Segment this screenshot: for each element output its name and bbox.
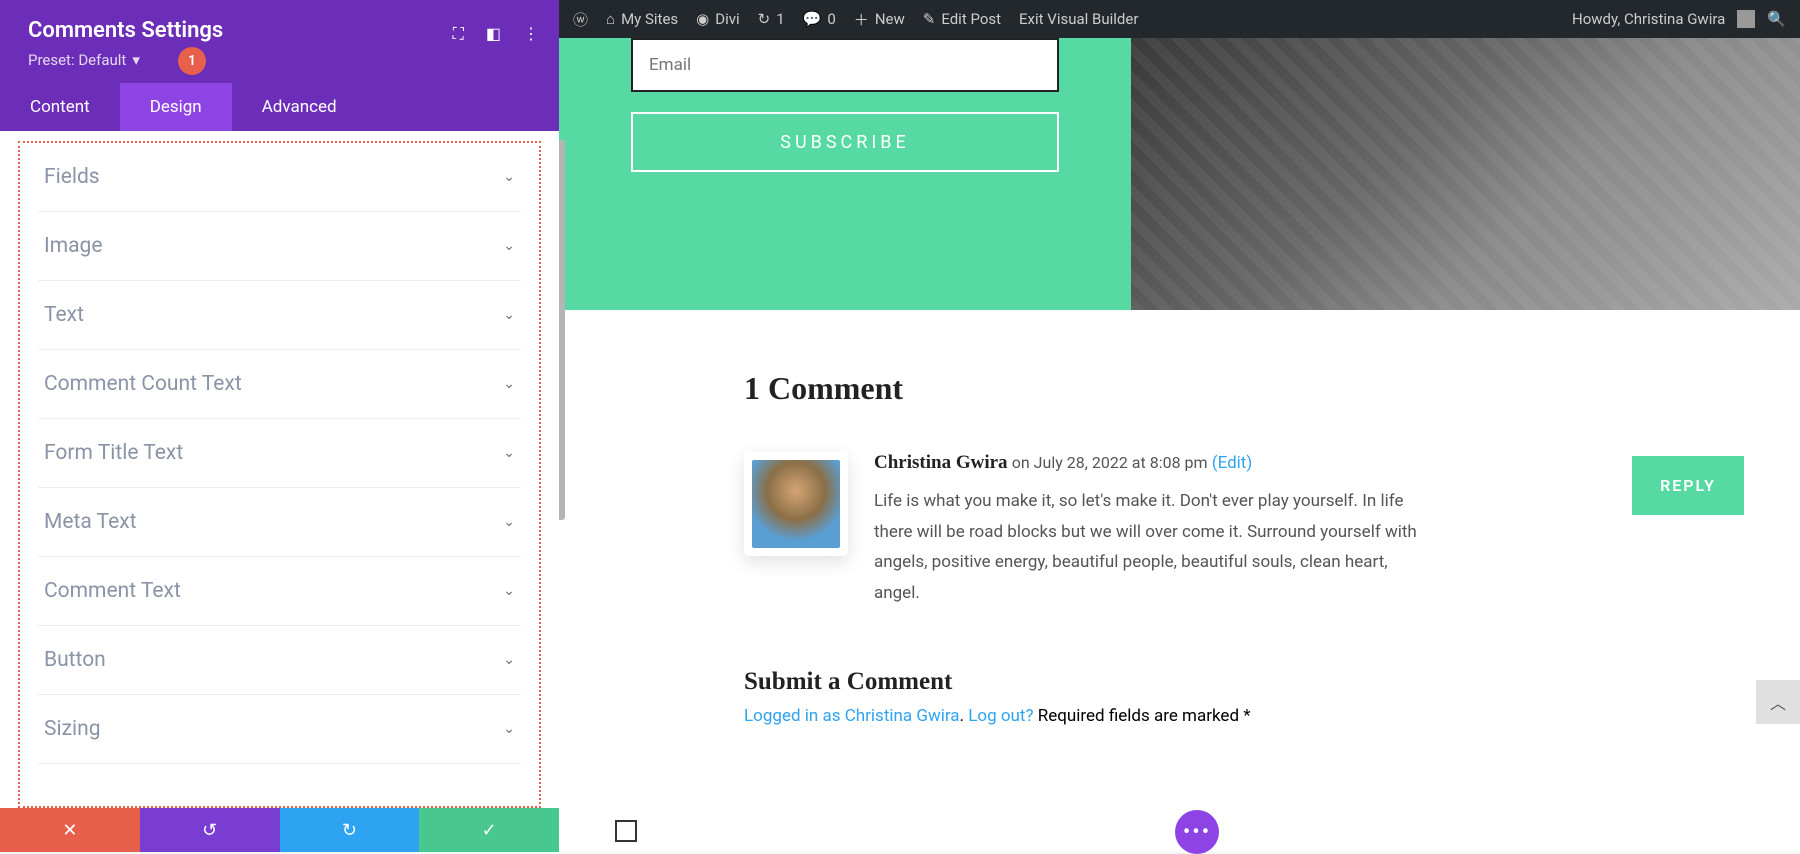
sites-icon: ⌂ [606, 10, 615, 28]
comments-settings-panel: Comments Settings Preset: Default ▾ 1 ⛶ … [0, 0, 559, 852]
tab-advanced[interactable]: Advanced [232, 83, 367, 131]
panel-header: Comments Settings Preset: Default ▾ 1 ⛶ … [0, 0, 559, 83]
comment-item: Christina Gwira on July 28, 2022 at 8:08… [744, 452, 1664, 608]
comment-form-title: Submit a Comment [744, 668, 1664, 696]
tab-design[interactable]: Design [120, 83, 232, 131]
chevron-down-icon: ⌄ [503, 376, 515, 392]
comments-heading: 1 Comment [744, 370, 1664, 407]
reply-button[interactable]: REPLY [1632, 456, 1744, 515]
divi-link[interactable]: ◉Divi [696, 10, 740, 28]
settings-tabs: Content Design Advanced [0, 83, 559, 131]
avatar-image [752, 460, 840, 548]
exit-visual-builder-link[interactable]: Exit Visual Builder [1019, 10, 1138, 28]
plus-icon: ＋ [854, 9, 869, 30]
section-button[interactable]: Button⌄ [38, 626, 521, 695]
save-button[interactable]: ✓ [419, 808, 559, 852]
wordpress-icon: ⓦ [573, 9, 588, 30]
redo-button[interactable]: ↻ [280, 808, 420, 852]
hero-image [1131, 38, 1800, 310]
tab-content[interactable]: Content [0, 83, 120, 131]
panel-action-bar: ✕ ↺ ↻ ✓ [0, 808, 559, 852]
edit-post-link[interactable]: ✎Edit Post [923, 10, 1001, 28]
more-icon[interactable]: ⋮ [523, 24, 539, 44]
page-preview: SUBSCRIBE 1 Comment Christina Gwira on J… [559, 38, 1800, 852]
my-sites-link[interactable]: ⌂My Sites [606, 10, 678, 28]
chevron-down-icon: ⌄ [503, 445, 515, 461]
logged-in-link[interactable]: Logged in as Christina Gwira [744, 706, 960, 726]
preset-selector[interactable]: Preset: Default ▾ 1 [28, 51, 531, 69]
chevron-down-icon: ⌄ [503, 169, 515, 185]
chevron-down-icon: ⌄ [503, 583, 515, 599]
chevron-down-icon: ⌄ [503, 652, 515, 668]
comment-icon: 💬 [803, 10, 822, 28]
logout-link[interactable]: Log out? [968, 706, 1033, 726]
wp-admin-bar: ⓦ ⌂My Sites ◉Divi ↻1 💬0 ＋New ✎Edit Post … [559, 0, 1800, 38]
comment-meta: Christina Gwira on July 28, 2022 at 8:08… [874, 452, 1664, 474]
section-text[interactable]: Text⌄ [38, 281, 521, 350]
notification-badge: 1 [178, 47, 206, 75]
comment-body-text: Life is what you make it, so let's make … [874, 486, 1434, 608]
email-field[interactable] [631, 38, 1059, 92]
more-actions-fab[interactable]: ••• [1175, 810, 1219, 854]
chevron-down-icon: ⌄ [503, 721, 515, 737]
section-image[interactable]: Image⌄ [38, 212, 521, 281]
subscribe-button[interactable]: SUBSCRIBE [631, 112, 1059, 172]
subscribe-form: SUBSCRIBE [559, 38, 1131, 310]
scroll-to-top-button[interactable]: ︿ [1756, 680, 1800, 724]
hero-section: SUBSCRIBE [559, 38, 1800, 310]
new-link[interactable]: ＋New [854, 9, 905, 30]
required-text: Required fields are marked * [1038, 706, 1251, 726]
comment-avatar [744, 452, 848, 556]
howdy-text[interactable]: Howdy, Christina Gwira [1572, 10, 1725, 28]
section-comment-text[interactable]: Comment Text⌄ [38, 557, 521, 626]
comments-area: 1 Comment Christina Gwira on July 28, 20… [744, 310, 1664, 726]
section-sizing[interactable]: Sizing⌄ [38, 695, 521, 764]
undo-icon: ↺ [202, 820, 217, 841]
search-icon[interactable]: 🔍 [1767, 10, 1786, 28]
user-avatar-icon[interactable] [1737, 10, 1755, 28]
updates-link[interactable]: ↻1 [758, 10, 785, 28]
selection-checkbox[interactable] [615, 820, 637, 842]
preset-label: Preset: Default [28, 51, 126, 69]
undo-button[interactable]: ↺ [140, 808, 280, 852]
section-meta-text[interactable]: Meta Text⌄ [38, 488, 521, 557]
redo-icon: ↻ [342, 820, 357, 841]
chevron-down-icon: ▾ [132, 51, 140, 69]
pencil-icon: ✎ [923, 10, 936, 28]
check-icon: ✓ [482, 820, 497, 841]
comment-form-note: Logged in as Christina Gwira. Log out? R… [744, 706, 1664, 726]
comment-date: on July 28, 2022 at 8:08 pm [1012, 453, 1208, 472]
refresh-icon: ↻ [758, 10, 771, 28]
close-button[interactable]: ✕ [0, 808, 140, 852]
dots-icon: ••• [1183, 820, 1211, 845]
close-icon: ✕ [62, 820, 77, 841]
dock-icon[interactable]: ◧ [486, 24, 501, 44]
section-comment-count-text[interactable]: Comment Count Text⌄ [38, 350, 521, 419]
wp-logo[interactable]: ⓦ [573, 9, 588, 30]
header-actions: ⛶ ◧ ⋮ [453, 24, 539, 44]
design-sections: Fields⌄ Image⌄ Text⌄ Comment Count Text⌄… [18, 141, 541, 808]
section-form-title-text[interactable]: Form Title Text⌄ [38, 419, 521, 488]
edit-comment-link[interactable]: (Edit) [1212, 453, 1253, 473]
comments-link[interactable]: 💬0 [803, 10, 836, 28]
chevron-down-icon: ⌄ [503, 514, 515, 530]
comment-author: Christina Gwira [874, 452, 1008, 473]
chevron-up-icon: ︿ [1770, 690, 1786, 714]
chevron-down-icon: ⌄ [503, 307, 515, 323]
gauge-icon: ◉ [696, 10, 709, 28]
chevron-down-icon: ⌄ [503, 238, 515, 254]
section-fields[interactable]: Fields⌄ [38, 143, 521, 212]
focus-icon[interactable]: ⛶ [453, 24, 464, 44]
